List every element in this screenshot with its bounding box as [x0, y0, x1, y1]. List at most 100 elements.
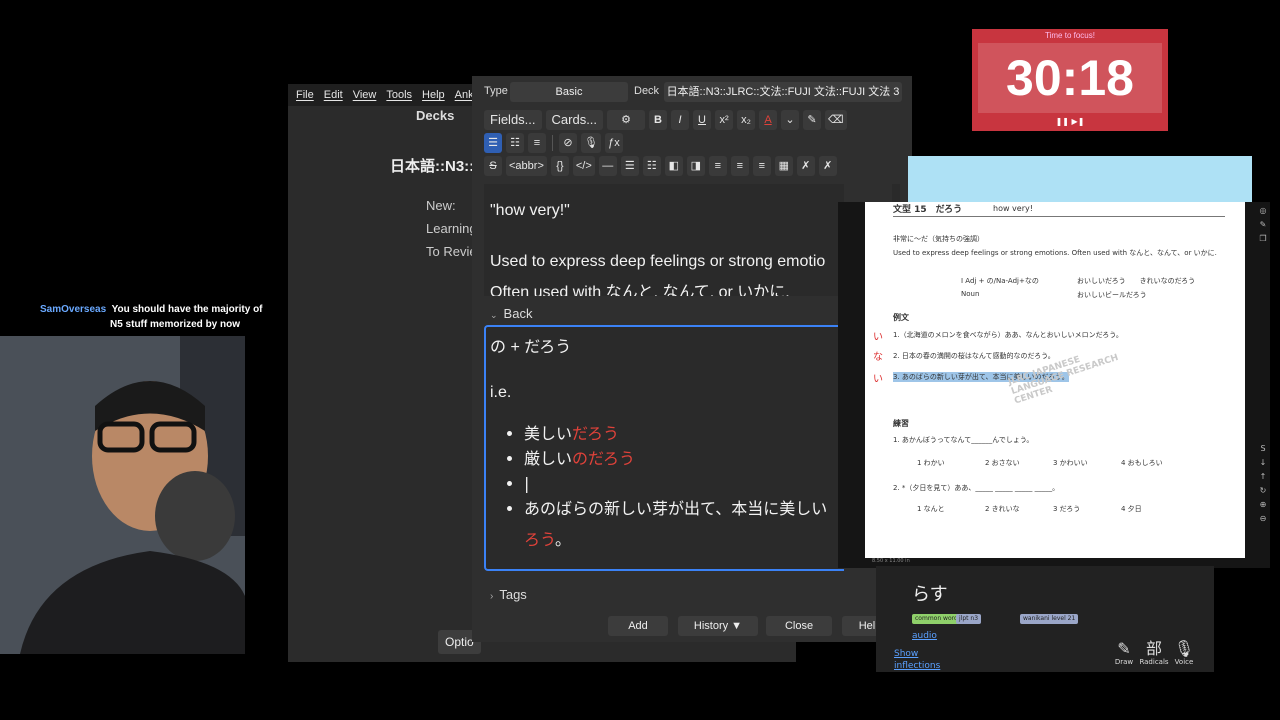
code-icon[interactable]: </>: [572, 156, 595, 176]
strikethrough-icon[interactable]: S: [484, 156, 502, 176]
history-button[interactable]: History ▼: [678, 616, 758, 636]
numbered-list-icon[interactable]: ☷: [642, 156, 661, 176]
item-text: あのばらの新しい芽が出て、本当に美しい: [524, 499, 828, 518]
pdf-q2-option: 2 きれいな: [985, 505, 1020, 513]
cards-button[interactable]: Cards...: [545, 110, 604, 130]
settings-icon[interactable]: ◎: [1258, 206, 1268, 216]
type-deck-row: Type Basic Deck 日本語::N3::JLRC::文法::FUJI …: [472, 82, 912, 102]
attach-icon[interactable]: ⊘: [559, 133, 577, 153]
back-formula: の + だろう: [490, 339, 572, 356]
microphone-icon: 🎙: [1173, 639, 1195, 658]
mathjax-icon[interactable]: ƒx: [604, 133, 623, 153]
eraser-icon[interactable]: ⌫: [825, 110, 847, 130]
list-item-wrap: ろう。: [524, 526, 571, 550]
inflections-link[interactable]: inflections: [894, 661, 940, 671]
superscript-button[interactable]: x²: [715, 110, 734, 130]
subscript-button[interactable]: x₂: [737, 110, 756, 130]
unordered-list-icon[interactable]: ☰: [484, 133, 502, 153]
draw-tool[interactable]: ✎ Draw: [1108, 639, 1140, 667]
float-right-icon[interactable]: ◨: [686, 156, 705, 176]
list-item: |: [524, 471, 827, 496]
underline-button[interactable]: U: [693, 110, 712, 130]
pdf-formula-1: I Adj + の/Na-Adj+なの: [961, 277, 1039, 285]
arrow-down-icon[interactable]: ↓: [1258, 458, 1268, 468]
align-right-icon[interactable]: ≡: [752, 156, 771, 176]
menu-tools[interactable]: Tools: [386, 89, 412, 101]
item-red-text: のだろう: [572, 449, 636, 468]
horizontal-rule-icon[interactable]: —: [598, 156, 617, 176]
copy-icon[interactable]: ❐: [1258, 234, 1268, 244]
align-center-icon[interactable]: ≡: [708, 156, 727, 176]
tags-toggle[interactable]: › Tags: [490, 587, 527, 602]
menu-edit[interactable]: Edit: [324, 89, 343, 101]
menu-file[interactable]: File: [296, 89, 314, 101]
edit-icon[interactable]: ✎: [1258, 220, 1268, 230]
pdf-reibun: 例文: [893, 313, 909, 322]
timer-controls[interactable]: ❚❚ ▶❚: [972, 117, 1168, 126]
signature-icon[interactable]: S: [1258, 444, 1268, 454]
remove-furigana-icon[interactable]: ✗: [818, 156, 837, 176]
zoom-in-icon[interactable]: ⊕: [1258, 500, 1268, 510]
abbr-button[interactable]: <abbr>: [506, 156, 547, 176]
tag-common-word: common word: [912, 614, 961, 624]
highlight-icon[interactable]: ✎: [803, 110, 822, 130]
ordered-list-icon[interactable]: ☷: [506, 133, 524, 153]
deck-label: Deck: [634, 85, 660, 97]
annotation-mark: い: [873, 374, 883, 385]
zoom-out-icon[interactable]: ⊖: [1258, 514, 1268, 524]
pdf-page: 文型 15 だろう how very! 非常に～だ（気持ちの強調） Used t…: [865, 202, 1245, 558]
divider: [552, 135, 553, 151]
pdf-renshuu: 練習: [893, 419, 909, 428]
editor-toolbar-1: Fields... Cards... ⚙ B I U x² x₂ A ⌄ ✎ ⌫: [484, 110, 847, 130]
front-line-3: Often used with なんと, なんて, or いかに.: [490, 284, 790, 296]
pdf-question-2: 2. *（夕日を見て）ああ、_____ _____ _____ _____。: [893, 484, 1060, 492]
list-item: 厳しいのだろう: [524, 446, 827, 471]
bold-button[interactable]: B: [649, 110, 668, 130]
indent-icon[interactable]: ≡: [528, 133, 546, 153]
audio-link[interactable]: audio: [912, 631, 937, 641]
item-text: 美しい: [524, 424, 573, 443]
text-color-icon[interactable]: A: [759, 110, 778, 130]
furigana-icon[interactable]: ✗: [796, 156, 815, 176]
gear-icon[interactable]: ⚙: [607, 110, 646, 130]
braces-icon[interactable]: {}: [550, 156, 569, 176]
back-field[interactable]: の + だろう i.e. 美しいだろう 厳しいのだろう | あのばらの新しい芽が…: [484, 325, 844, 571]
float-left-icon[interactable]: ◧: [664, 156, 683, 176]
italic-button[interactable]: I: [671, 110, 690, 130]
pdf-question-1: 1. あかんぼうってなんて______んでしょう。: [893, 436, 1034, 444]
deck-button[interactable]: 日本語::N3::JLRC::文法::FUJI 文法::FUJI 文法 3: [664, 82, 902, 102]
add-button[interactable]: Add: [608, 616, 668, 636]
front-line-1: "how very!": [490, 202, 570, 219]
refresh-icon[interactable]: ↻: [1258, 486, 1268, 496]
annotation-mark: い: [873, 332, 883, 343]
align-left-icon[interactable]: ≡: [730, 156, 749, 176]
chevron-right-icon: ›: [490, 591, 494, 602]
chevron-down-icon[interactable]: ⌄: [781, 110, 800, 130]
text-cursor: |: [524, 474, 530, 493]
deck-name[interactable]: 日本語::N3::: [390, 155, 474, 176]
voice-tool[interactable]: 🎙 Voice: [1168, 639, 1200, 667]
arrow-up-icon[interactable]: ↑: [1258, 472, 1268, 482]
close-button[interactable]: Close: [766, 616, 832, 636]
draw-label: Draw: [1114, 658, 1134, 666]
menu-view[interactable]: View: [353, 89, 377, 101]
draw-icon: ✎: [1117, 639, 1131, 658]
pdf-heading-gloss: how very!: [993, 204, 1033, 213]
radicals-tool[interactable]: 部 Radicals: [1138, 640, 1170, 667]
item-red-text: だろう: [572, 424, 620, 443]
front-field[interactable]: "how very!" Used to express deep feeling…: [484, 184, 844, 296]
back-field-label[interactable]: ⌄ Back: [490, 306, 532, 321]
list-icon[interactable]: ☰: [620, 156, 639, 176]
note-type-button[interactable]: Basic: [510, 82, 628, 102]
pdf-q2-option: 1 なんと: [917, 505, 945, 513]
show-link[interactable]: Show: [894, 649, 918, 659]
background-window-strip: [908, 156, 1252, 204]
pdf-example-right-2: おいしいビールだろう: [1077, 291, 1147, 299]
fields-button[interactable]: Fields...: [484, 110, 542, 130]
focus-timer: Time to focus! 30:18 ❚❚ ▶❚: [972, 29, 1168, 131]
microphone-icon[interactable]: 🎙: [581, 133, 601, 153]
pdf-q1-option: 4 おもしろい: [1121, 459, 1163, 467]
table-icon[interactable]: ▦: [774, 156, 793, 176]
menu-help[interactable]: Help: [422, 89, 445, 101]
webcam-feed: [0, 336, 245, 654]
